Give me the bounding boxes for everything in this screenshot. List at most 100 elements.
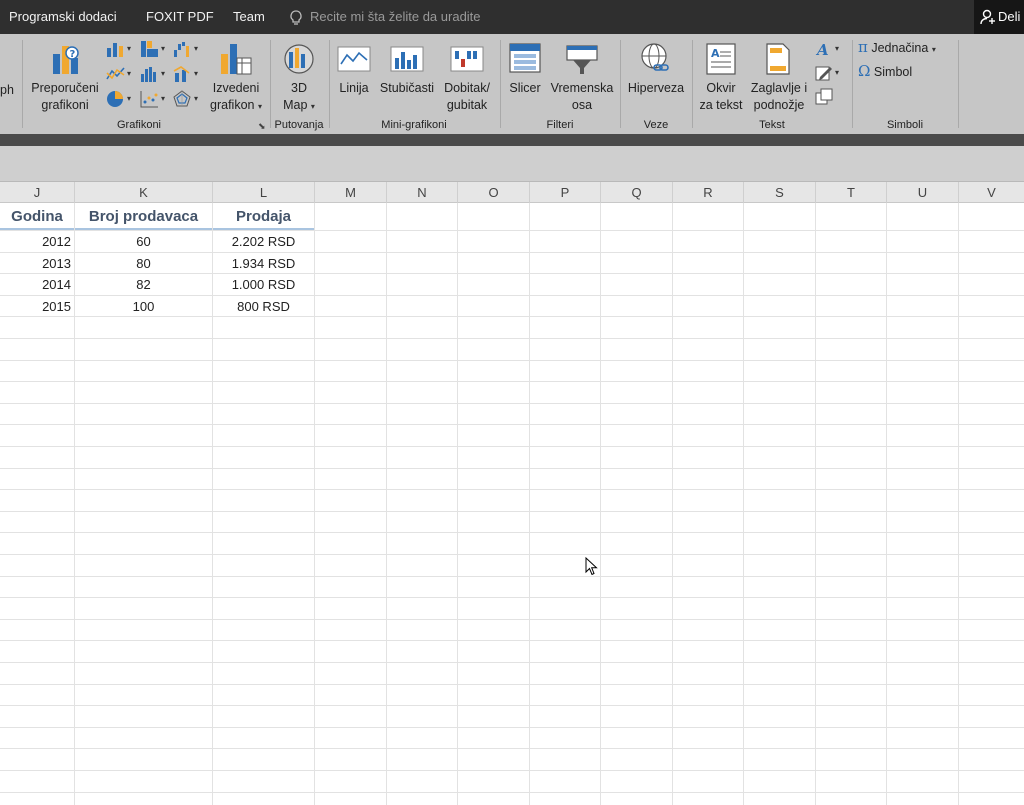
- grid-row-line: [0, 381, 1024, 382]
- equation-button[interactable]: π Jednačina ▾: [858, 39, 958, 59]
- table-cell-year[interactable]: 2012: [0, 231, 74, 253]
- slicer-button[interactable]: Slicer: [504, 42, 546, 118]
- combo-chart-dropdown[interactable]: ▾: [173, 65, 201, 85]
- sparkline-line-label: Linija: [339, 81, 369, 95]
- group-label-tours: Putovanja: [274, 119, 324, 131]
- hierarchy-chart-icon: [141, 41, 158, 57]
- table-cell-sales[interactable]: 800 RSD: [213, 296, 314, 318]
- sparkline-winloss-label-1: Dobitak/: [444, 81, 490, 95]
- table-cell-sales[interactable]: 1.934 RSD: [213, 253, 314, 275]
- table-cell-sellers[interactable]: 60: [75, 231, 212, 253]
- table-cell-sellers[interactable]: 100: [75, 296, 212, 318]
- table-header-year[interactable]: Godina: [0, 203, 74, 230]
- column-header-r[interactable]: R: [673, 182, 744, 203]
- header-footer-label-1: Zaglavlje i: [750, 81, 808, 95]
- mouse-pointer-icon: [585, 557, 598, 576]
- column-header-l[interactable]: L: [213, 182, 315, 203]
- globe-map-icon: [284, 44, 314, 74]
- hyperlink-label: Hiperveza: [627, 81, 685, 95]
- textbox-button[interactable]: A Okvir za tekst: [695, 42, 747, 118]
- column-header-o[interactable]: O: [458, 182, 530, 203]
- column-header-q[interactable]: Q: [601, 182, 673, 203]
- 3d-map-button[interactable]: 3D Map ▾: [272, 42, 326, 118]
- column-header-m[interactable]: M: [315, 182, 387, 203]
- table-header-sales[interactable]: Prodaja: [213, 203, 314, 230]
- column-chart-dropdown[interactable]: ▾: [106, 40, 134, 60]
- column-header-p[interactable]: P: [530, 182, 601, 203]
- timeline-label-2: osa: [571, 98, 593, 112]
- menu-addins[interactable]: Programski dodaci: [9, 0, 117, 34]
- column-header-j[interactable]: J: [0, 182, 75, 203]
- table-cell-sellers[interactable]: 82: [75, 274, 212, 296]
- menu-foxit-pdf[interactable]: FOXIT PDF: [146, 0, 214, 34]
- column-header-u[interactable]: U: [887, 182, 959, 203]
- ribbon: ph ? Preporučeni grafikoni ▾ ▾ ▾ ▾ ▾ ▾ ▾…: [0, 34, 1024, 134]
- sparkline-column-button[interactable]: Stubičasti: [377, 42, 437, 118]
- column-chart-icon: [107, 43, 123, 57]
- radar-chart-icon: [173, 90, 191, 107]
- column-header-v[interactable]: V: [959, 182, 1024, 203]
- column-header-k[interactable]: K: [75, 182, 213, 203]
- table-cell-sales[interactable]: 2.202 RSD: [213, 231, 314, 253]
- group-label-filters: Filteri: [546, 119, 574, 131]
- group-label-links: Veze: [643, 119, 669, 131]
- column-header-t[interactable]: T: [816, 182, 887, 203]
- signature-pen-icon: [815, 66, 832, 81]
- radar-chart-dropdown[interactable]: ▾: [173, 90, 201, 110]
- table-cell-year[interactable]: 2013: [0, 253, 74, 275]
- pi-icon: π: [858, 38, 868, 56]
- grid-row-line: [0, 619, 1024, 620]
- histogram-icon: [141, 67, 156, 82]
- grid-row-line: [0, 511, 1024, 512]
- column-header-n[interactable]: N: [387, 182, 458, 203]
- svg-text:A: A: [815, 41, 829, 58]
- header-footer-label-2: podnožje: [753, 98, 805, 112]
- pie-chart-dropdown[interactable]: ▾: [106, 90, 134, 110]
- group-label-sparklines: Mini-grafikoni: [381, 119, 447, 131]
- svg-text:?: ?: [70, 49, 76, 60]
- textbox-label-1: Okvir: [706, 81, 736, 95]
- header-footer-button[interactable]: Zaglavlje i podnožje: [747, 42, 811, 118]
- object-icon: [815, 88, 833, 105]
- object-button[interactable]: [815, 88, 845, 108]
- timeline-button[interactable]: Vremenska osa: [548, 42, 616, 118]
- scatter-chart-icon: [140, 91, 158, 108]
- equation-label: Jednačina: [871, 41, 929, 55]
- sparkline-winloss-button[interactable]: Dobitak/ gubitak: [439, 42, 495, 118]
- line-chart-dropdown[interactable]: ▾: [106, 65, 134, 85]
- hierarchy-chart-dropdown[interactable]: ▾: [140, 40, 168, 60]
- group-label-text: Tekst: [759, 119, 785, 131]
- table-header-sellers[interactable]: Broj prodavaca: [75, 203, 212, 230]
- textbox-icon: A: [706, 43, 736, 75]
- omega-icon: Ω: [858, 62, 871, 80]
- signature-line-dropdown[interactable]: ▾: [815, 64, 845, 84]
- pivot-chart-button[interactable]: Izvedeni grafikon ▾: [205, 42, 267, 118]
- share-button[interactable]: Deli: [974, 0, 1024, 34]
- pivot-chart-icon: [221, 44, 252, 75]
- wordart-dropdown[interactable]: A ▾: [815, 40, 845, 60]
- dialog-launcher-icon[interactable]: ⬊: [258, 121, 266, 132]
- column-header-s[interactable]: S: [744, 182, 816, 203]
- recommended-charts-button[interactable]: ? Preporučeni grafikoni: [28, 42, 102, 118]
- symbol-button[interactable]: Ω Simbol: [858, 63, 938, 83]
- table-cell-sellers[interactable]: 80: [75, 253, 212, 275]
- sparkline-line-button[interactable]: Linija: [333, 42, 375, 118]
- table-cell-sales[interactable]: 1.000 RSD: [213, 274, 314, 296]
- hyperlink-button[interactable]: Hiperveza: [623, 42, 689, 118]
- scatter-chart-dropdown[interactable]: ▾: [140, 90, 168, 110]
- table-cell-year[interactable]: 2015: [0, 296, 74, 318]
- formula-bar-area: [0, 146, 1024, 182]
- menu-team[interactable]: Team: [233, 0, 265, 34]
- table-cell-year[interactable]: 2014: [0, 274, 74, 296]
- grid-row-line: [0, 597, 1024, 598]
- waterfall-chart-dropdown[interactable]: ▾: [173, 40, 201, 60]
- pivot-chart-label-2: grafikon: [210, 98, 255, 112]
- grid-row-line: [0, 576, 1024, 577]
- grid-row-line: [0, 705, 1024, 706]
- pie-chart-icon: [107, 91, 123, 107]
- spreadsheet-grid[interactable]: Godina Broj prodavaca Prodaja 2012 60 2.…: [0, 203, 1024, 805]
- sparkline-column-label: Stubičasti: [379, 81, 435, 95]
- grid-row-line: [0, 532, 1024, 533]
- ribbon-partial-label: ph: [0, 83, 14, 97]
- statistic-chart-dropdown[interactable]: ▾: [140, 65, 168, 85]
